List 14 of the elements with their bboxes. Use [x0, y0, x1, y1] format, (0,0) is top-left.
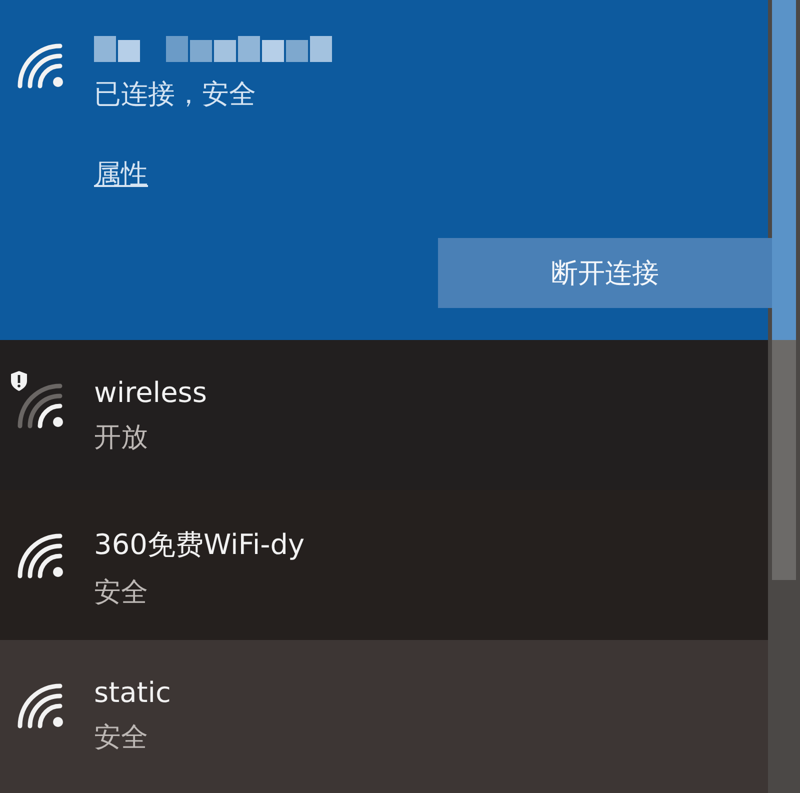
network-item[interactable]: static 安全	[0, 640, 768, 793]
network-item[interactable]: 360免费WiFi-dy 安全	[0, 490, 768, 640]
scrollbar-thumb[interactable]	[772, 0, 796, 580]
network-name: 360免费WiFi-dy	[94, 527, 305, 563]
network-status: 安全	[94, 576, 149, 610]
network-status: 开放	[94, 421, 149, 455]
disconnect-button[interactable]: 断开连接	[438, 238, 772, 308]
network-status: 安全	[94, 721, 149, 755]
network-name: static	[94, 676, 171, 709]
scrollbar[interactable]	[768, 0, 800, 793]
properties-link[interactable]: 属性	[94, 156, 148, 192]
network-item[interactable]: wireless 开放	[0, 340, 768, 490]
connection-status: 已连接，安全	[94, 78, 257, 112]
network-name: wireless	[94, 376, 207, 409]
